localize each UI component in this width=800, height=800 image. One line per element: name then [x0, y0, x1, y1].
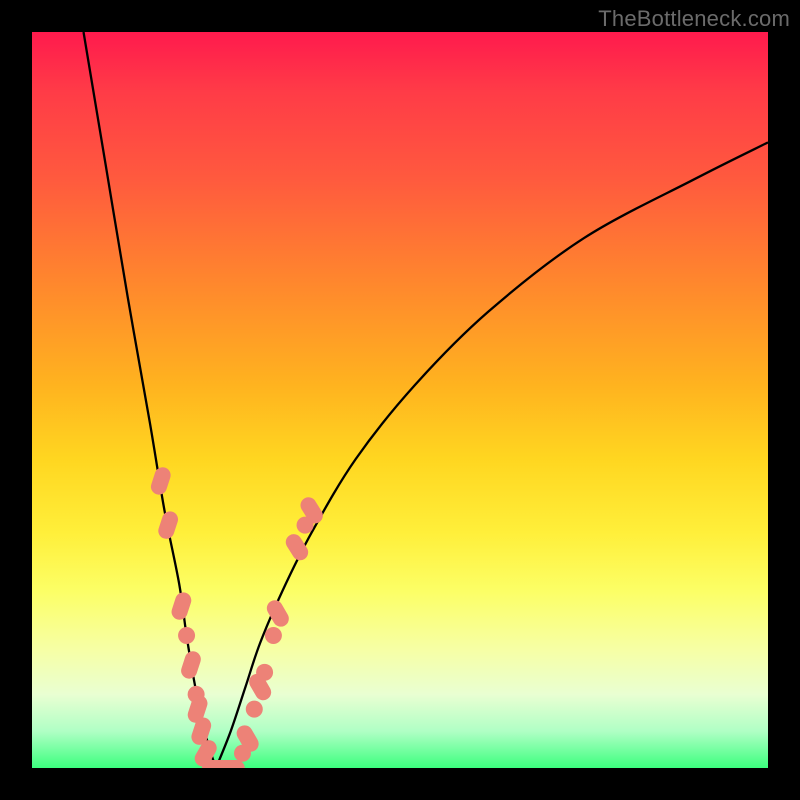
data-marker	[178, 627, 195, 644]
curve-layer	[32, 32, 768, 768]
chart-frame: TheBottleneck.com	[0, 0, 800, 800]
data-marker	[256, 664, 273, 681]
data-marker	[246, 701, 263, 718]
plot-area	[32, 32, 768, 768]
watermark-text: TheBottleneck.com	[598, 6, 790, 32]
data-marker	[265, 627, 282, 644]
curve-right-branch	[216, 142, 768, 768]
data-marker	[179, 649, 203, 681]
data-marker	[156, 509, 180, 541]
data-marker	[283, 531, 311, 563]
data-marker	[149, 465, 173, 497]
data-marker	[169, 590, 193, 622]
